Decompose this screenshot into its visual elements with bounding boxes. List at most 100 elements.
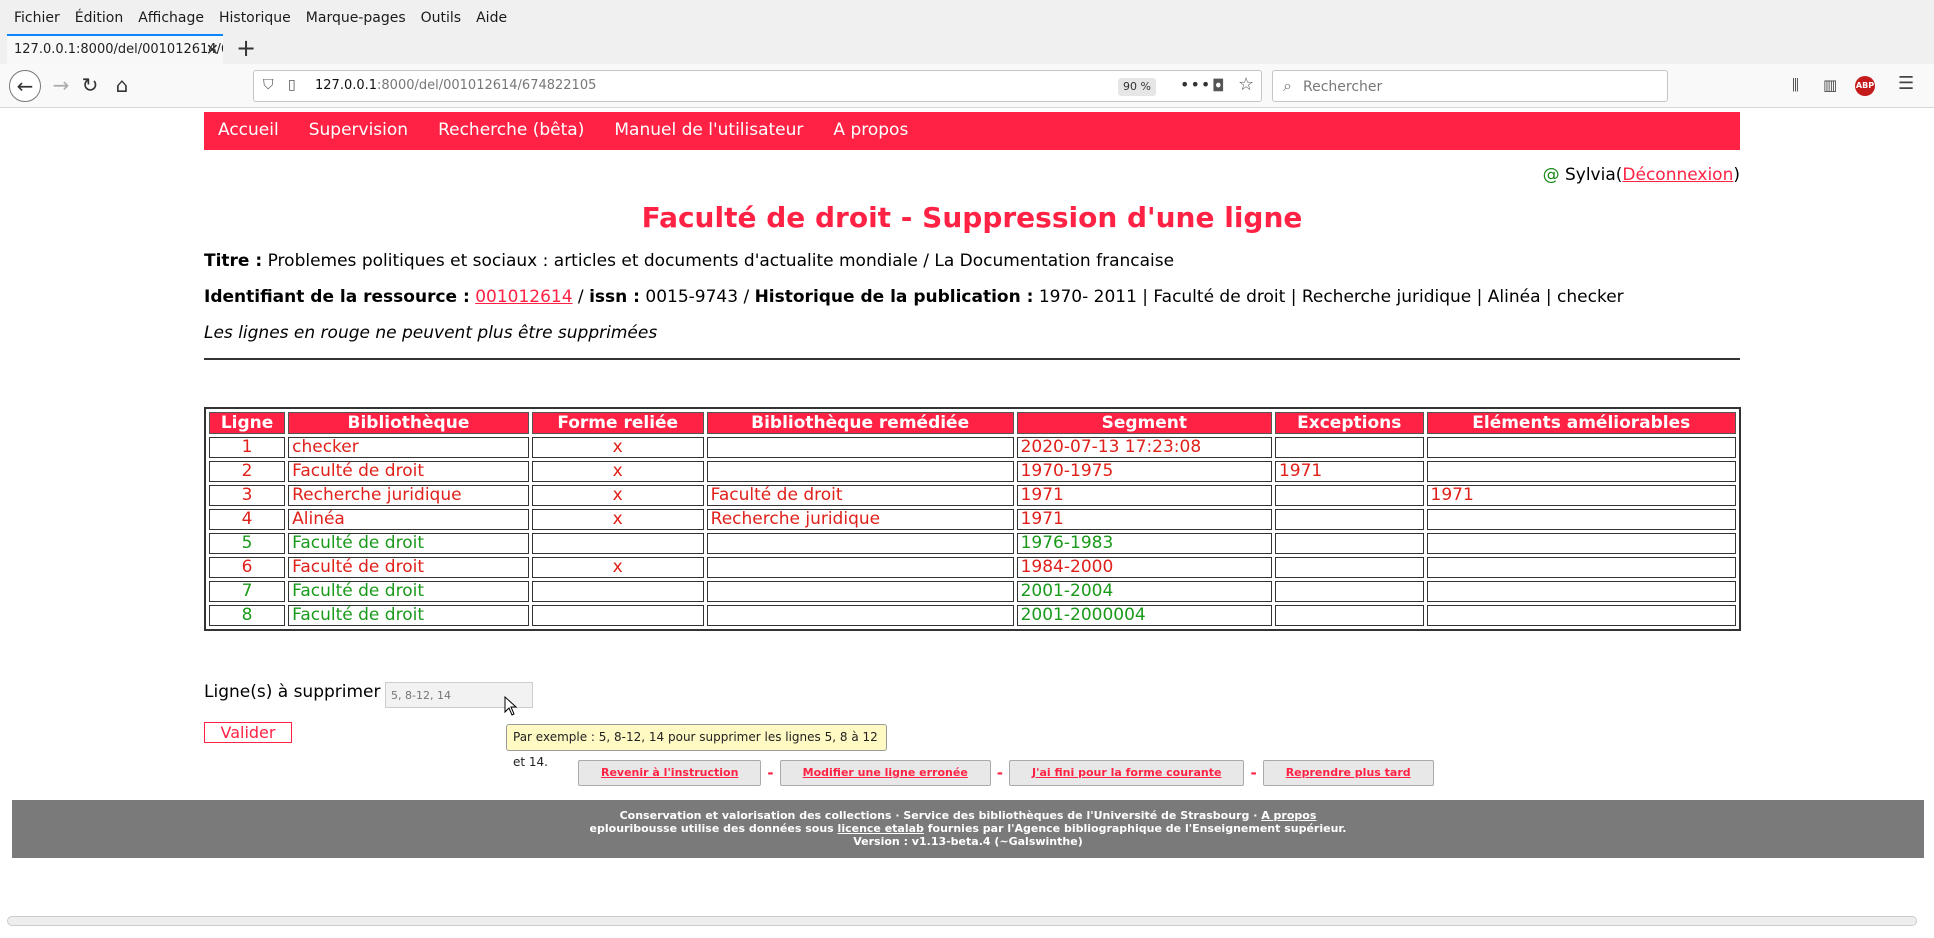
menu-aide[interactable]: Aide bbox=[469, 6, 515, 30]
mouse-cursor-icon bbox=[504, 696, 518, 716]
cell-elements-ameliorables bbox=[1426, 533, 1736, 554]
table-header-row: Ligne Bibliothèque Forme reliée Biblioth… bbox=[209, 412, 1736, 434]
adblock-icon[interactable]: ABP bbox=[1855, 76, 1875, 96]
cell-ligne: 4 bbox=[209, 509, 286, 530]
cell-elements-ameliorables: 1971 bbox=[1426, 485, 1736, 506]
table-row: 7 Faculté de droit 2001-2004 bbox=[209, 581, 1736, 602]
menu-edition[interactable]: Édition bbox=[68, 6, 131, 30]
library-icon[interactable]: ⫼ bbox=[1792, 76, 1799, 94]
back-arrow-icon[interactable]: ← bbox=[9, 70, 41, 102]
cell-ligne: 3 bbox=[209, 485, 286, 506]
ident-link[interactable]: 001012614 bbox=[475, 287, 572, 307]
cell-bibliotheque-remediee: Recherche juridique bbox=[706, 509, 1014, 530]
cell-forme-reliee: x bbox=[531, 485, 704, 506]
cell-segment: 1976-1983 bbox=[1016, 533, 1272, 554]
pocket-icon[interactable]: ◘ bbox=[1212, 76, 1225, 95]
footer-about-link[interactable]: A propos bbox=[1261, 809, 1316, 822]
sidebar-icon[interactable]: ▥ bbox=[1823, 76, 1837, 94]
zoom-indicator[interactable]: 90 % bbox=[1118, 78, 1156, 96]
menu-affichage[interactable]: Affichage bbox=[131, 6, 212, 30]
cell-forme-reliee bbox=[531, 605, 704, 626]
resume-later-button[interactable]: Reprendre plus tard bbox=[1262, 760, 1434, 786]
forward-arrow-icon[interactable]: → bbox=[45, 70, 77, 102]
cell-bibliotheque: Faculté de droit bbox=[288, 557, 529, 578]
table-body: 1 checker x 2020-07-13 17:23:08 2 Faculté de … bbox=[209, 437, 1736, 626]
cell-segment: 2020-07-13 17:23:08 bbox=[1016, 437, 1272, 458]
user-name: Sylvia bbox=[1564, 165, 1616, 185]
new-tab-icon[interactable]: + bbox=[236, 35, 256, 61]
cell-segment: 1971 bbox=[1016, 485, 1272, 506]
footer-org: Conservation et valorisation des collect… bbox=[619, 809, 1262, 822]
finished-current-form-button[interactable]: J'ai fini pour la forme courante bbox=[1009, 760, 1245, 786]
user-line: @ Sylvia(Déconnexion) bbox=[1543, 165, 1740, 185]
site-navbar: Accueil Supervision Recherche (bêta) Man… bbox=[204, 112, 1740, 150]
footer: Conservation et valorisation des collect… bbox=[12, 800, 1924, 858]
col-forme-reliee: Forme reliée bbox=[531, 412, 704, 434]
horizontal-scrollbar[interactable] bbox=[7, 916, 1917, 926]
validate-button[interactable]: Valider bbox=[204, 722, 292, 743]
cell-elements-ameliorables bbox=[1426, 509, 1736, 530]
home-icon[interactable]: ⌂ bbox=[106, 70, 138, 102]
footer-licence-link[interactable]: licence etalab bbox=[838, 822, 924, 835]
url-text[interactable]: 127.0.0.1:8000/del/001012614/674822105 bbox=[315, 78, 596, 93]
cell-ligne: 2 bbox=[209, 461, 286, 482]
table-row: 5 Faculté de droit 1976-1983 bbox=[209, 533, 1736, 554]
search-bar[interactable]: ⌕ Rechercher bbox=[1272, 70, 1668, 102]
cell-exceptions bbox=[1274, 509, 1424, 530]
bookmark-star-icon[interactable]: ☆ bbox=[1238, 74, 1254, 95]
menu-outils[interactable]: Outils bbox=[414, 6, 469, 30]
cell-segment: 2001-2000004 bbox=[1016, 605, 1272, 626]
cell-elements-ameliorables bbox=[1426, 605, 1736, 626]
back-to-instruction-button[interactable]: Revenir à l'instruction bbox=[578, 760, 762, 786]
cell-ligne: 8 bbox=[209, 605, 286, 626]
col-segment: Segment bbox=[1016, 412, 1272, 434]
col-exceptions: Exceptions bbox=[1274, 412, 1424, 434]
cell-exceptions bbox=[1274, 437, 1424, 458]
logout-link[interactable]: Déconnexion bbox=[1622, 165, 1733, 185]
cell-forme-reliee bbox=[531, 533, 704, 554]
cell-ligne: 1 bbox=[209, 437, 286, 458]
close-tab-icon[interactable]: ✕ bbox=[206, 36, 219, 64]
hist-label: Historique de la publication : bbox=[754, 287, 1034, 307]
menu-fichier[interactable]: Fichier bbox=[7, 6, 68, 30]
edit-wrong-line-button[interactable]: Modifier une ligne erronée bbox=[779, 760, 991, 786]
nav-manuel[interactable]: Manuel de l'utilisateur bbox=[600, 112, 819, 150]
cell-bibliotheque: checker bbox=[288, 437, 529, 458]
tracking-shield-icon[interactable]: ⛉ bbox=[263, 77, 274, 93]
menu-marque-pages[interactable]: Marque-pages bbox=[299, 6, 414, 30]
reload-icon[interactable]: ↻ bbox=[74, 70, 106, 102]
issn-separator: / bbox=[572, 287, 590, 307]
titre-value: Problemes politiques et sociaux : articl… bbox=[267, 251, 1175, 271]
url-bar[interactable]: ⛉ ▯ 127.0.0.1:8000/del/001012614/6748221… bbox=[253, 70, 1262, 102]
footer-line-2: eplouribousse utilise des données sous l… bbox=[12, 822, 1924, 835]
col-elements-ameliorables: Eléments améliorables bbox=[1426, 412, 1736, 434]
nav-toolbar: ← → ↻ ⌂ ⛉ ▯ 127.0.0.1:8000/del/001012614… bbox=[0, 64, 1934, 108]
nav-recherche[interactable]: Recherche (bêta) bbox=[424, 112, 600, 150]
input-tooltip: Par exemple : 5, 8-12, 14 pour supprimer… bbox=[506, 724, 887, 769]
nav-a-propos[interactable]: A propos bbox=[819, 112, 924, 150]
user-at-symbol: @ bbox=[1542, 165, 1560, 185]
cell-segment: 1984-2000 bbox=[1016, 557, 1272, 578]
col-bibliotheque: Bibliothèque bbox=[288, 412, 529, 434]
cell-segment: 2001-2004 bbox=[1016, 581, 1272, 602]
nav-supervision[interactable]: Supervision bbox=[295, 112, 424, 150]
page-title: Faculté de droit - Suppression d'une lig… bbox=[641, 201, 1303, 234]
lines-table: Ligne Bibliothèque Forme reliée Biblioth… bbox=[204, 407, 1741, 631]
nav-accueil[interactable]: Accueil bbox=[204, 112, 295, 150]
cell-bibliotheque-remediee bbox=[706, 557, 1014, 578]
table-row: 8 Faculté de droit 2001-2000004 bbox=[209, 605, 1736, 626]
menu-historique[interactable]: Historique bbox=[212, 6, 299, 30]
page-info-icon[interactable]: ▯ bbox=[288, 77, 296, 93]
cell-bibliotheque: Alinéa bbox=[288, 509, 529, 530]
cell-elements-ameliorables bbox=[1426, 461, 1736, 482]
hamburger-menu-icon[interactable]: ☰ bbox=[1898, 73, 1914, 94]
col-ligne: Ligne bbox=[209, 412, 286, 434]
cell-segment: 1971 bbox=[1016, 509, 1272, 530]
browser-tab[interactable]: 127.0.0.1:8000/del/001012614/67 ✕ bbox=[7, 34, 223, 64]
cell-forme-reliee: x bbox=[531, 461, 704, 482]
more-actions-icon[interactable]: ••• bbox=[1180, 75, 1211, 94]
cell-forme-reliee: x bbox=[531, 437, 704, 458]
tab-strip: 127.0.0.1:8000/del/001012614/67 ✕ + bbox=[0, 34, 1934, 64]
hist-value: 1970- 2011 | Faculté de droit | Recherch… bbox=[1038, 287, 1624, 307]
cell-bibliotheque-remediee bbox=[706, 437, 1014, 458]
